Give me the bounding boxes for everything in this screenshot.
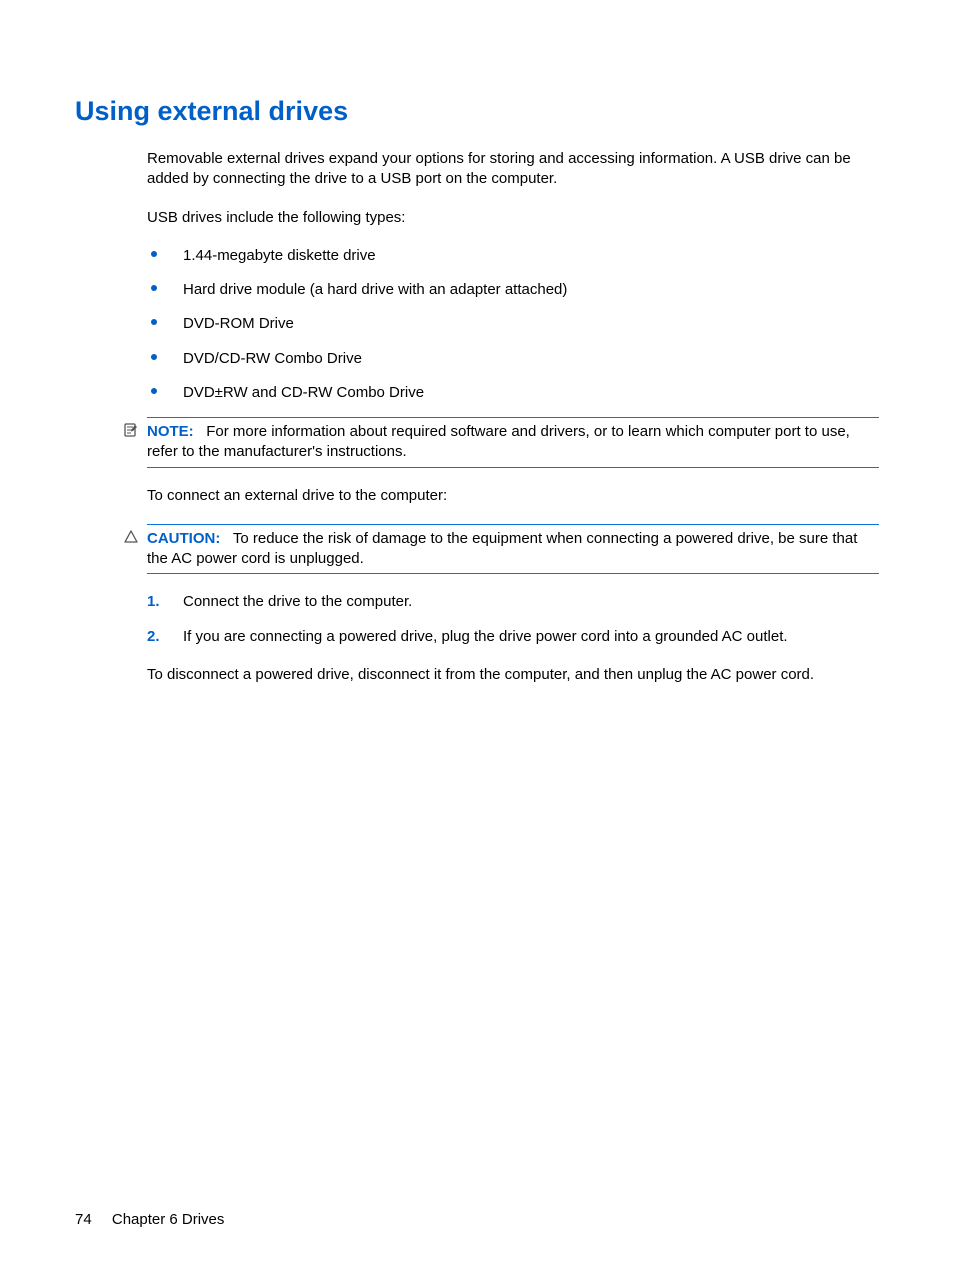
caution-label: CAUTION:: [147, 530, 220, 547]
steps-list: 1. Connect the drive to the computer. 2.…: [147, 592, 879, 647]
bullet-icon: [151, 319, 157, 325]
list-item: DVD/CD-RW Combo Drive: [147, 349, 879, 369]
caution-callout: CAUTION: To reduce the risk of damage to…: [147, 524, 879, 575]
step-number: 2.: [147, 627, 160, 647]
intro-paragraph: Removable external drives expand your op…: [147, 149, 879, 190]
list-item-text: DVD±RW and CD-RW Combo Drive: [183, 384, 424, 401]
list-item: DVD-ROM Drive: [147, 314, 879, 334]
list-item-text: Hard drive module (a hard drive with an …: [183, 281, 567, 298]
list-item: Hard drive module (a hard drive with an …: [147, 280, 879, 300]
bullet-icon: [151, 251, 157, 257]
usb-types-list: 1.44-megabyte diskette drive Hard drive …: [147, 246, 879, 403]
note-callout: NOTE: For more information about require…: [147, 417, 879, 468]
bullet-icon: [151, 354, 157, 360]
disconnect-paragraph: To disconnect a powered drive, disconnec…: [147, 665, 879, 685]
note-text: For more information about required soft…: [147, 423, 850, 460]
connect-lead: To connect an external drive to the comp…: [147, 486, 879, 506]
section-heading: Using external drives: [75, 96, 879, 127]
list-item-text: DVD/CD-RW Combo Drive: [183, 350, 362, 367]
bullet-icon: [151, 285, 157, 291]
caution-icon: [123, 529, 139, 545]
caution-text: To reduce the risk of damage to the equi…: [147, 530, 857, 567]
note-label: NOTE:: [147, 423, 194, 440]
bullet-icon: [151, 388, 157, 394]
step-text: Connect the drive to the computer.: [183, 593, 412, 610]
list-item: DVD±RW and CD-RW Combo Drive: [147, 383, 879, 403]
list-item-text: DVD-ROM Drive: [183, 315, 294, 332]
step-number: 1.: [147, 592, 160, 612]
step-text: If you are connecting a powered drive, p…: [183, 628, 788, 645]
list-item-text: 1.44-megabyte diskette drive: [183, 247, 376, 264]
note-icon: [123, 422, 139, 438]
usb-types-lead: USB drives include the following types:: [147, 208, 879, 228]
page-number: 74: [75, 1211, 92, 1228]
chapter-label: Chapter 6 Drives: [112, 1211, 225, 1228]
page-footer: 74 Chapter 6 Drives: [75, 1211, 224, 1228]
list-item: 1.44-megabyte diskette drive: [147, 246, 879, 266]
step-item: 2. If you are connecting a powered drive…: [147, 627, 879, 647]
step-item: 1. Connect the drive to the computer.: [147, 592, 879, 612]
